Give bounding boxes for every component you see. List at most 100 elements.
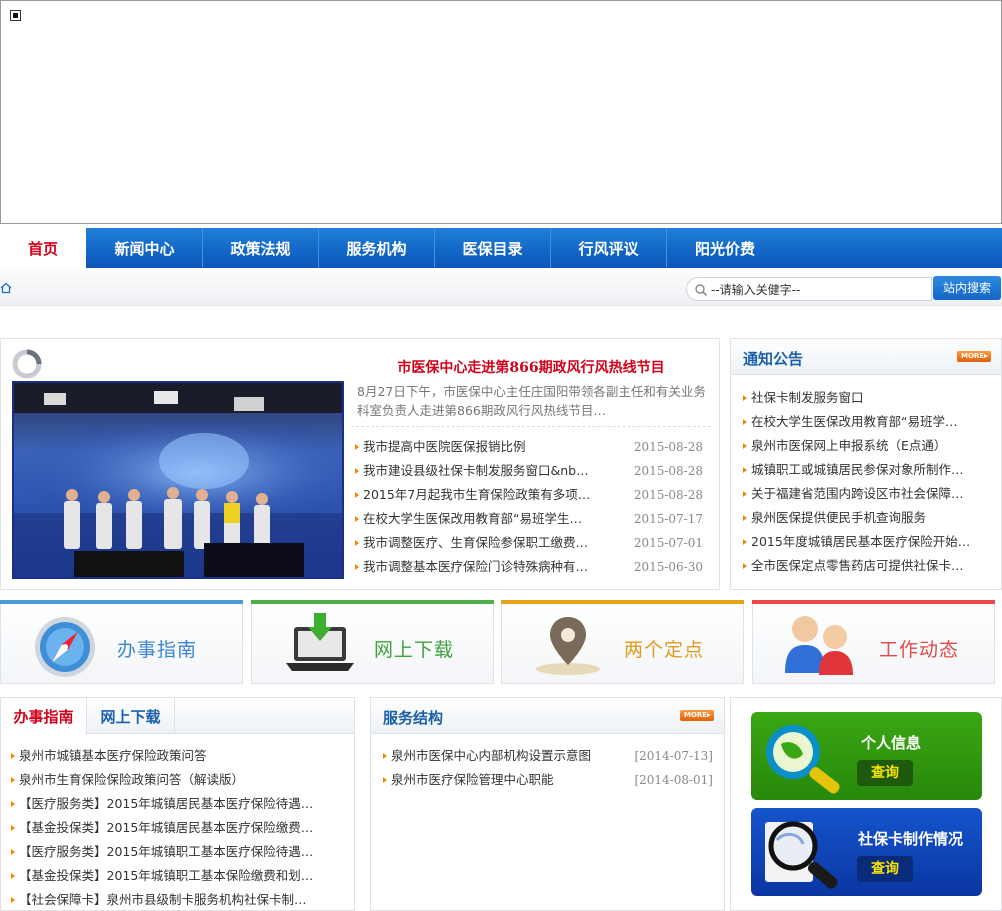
notice-title: 通知公告: [743, 350, 804, 368]
search-input[interactable]: [711, 280, 926, 298]
search-bar: 站内搜索: [0, 268, 1002, 306]
tab-guide[interactable]: 办事指南: [1, 698, 87, 735]
nav-item-catalog[interactable]: 医保目录: [435, 228, 551, 268]
list-item[interactable]: 泉州市医保网上申报系统（E点通）: [741, 434, 996, 458]
search-field: [686, 277, 932, 301]
news-item-title[interactable]: 我市建设县级社保卡制发服务窗口&nbs…: [363, 459, 593, 483]
notice-list: 社保卡制发服务窗口 在校大学生医保改用教育部“易班学… 泉州市医保网上申报系统（…: [741, 386, 996, 578]
list-item[interactable]: 我市调整医疗、生育保险参保职工缴费… 2015-07-01: [353, 531, 703, 555]
list-item[interactable]: 【社会保障卡】泉州市县级制卡服务机构社保卡制…: [9, 888, 349, 911]
service-item-title[interactable]: 泉州市医保中心内部机构设置示意图: [391, 744, 591, 768]
list-item[interactable]: 泉州市城镇基本医疗保险政策问答: [9, 744, 349, 768]
banner-plugin-area: [0, 0, 1002, 224]
tile-accent-bar: [501, 600, 744, 604]
news-item-date: 2015-08-28: [633, 464, 703, 478]
list-item[interactable]: 全市医保定点零售药店可提供社保卡…: [741, 554, 996, 578]
query-title: 社保卡制作情况: [858, 830, 964, 848]
list-item[interactable]: 泉州市生育保险保险政策问答（解读版）: [9, 768, 349, 792]
news-headline[interactable]: 市医保中心走进第866期政风行风热线节目: [356, 357, 706, 377]
tile-download[interactable]: 网上下载: [251, 600, 494, 684]
nav-item-home[interactable]: 首页: [0, 228, 86, 268]
service-item-date: [2014-07-13]: [634, 749, 713, 763]
list-item[interactable]: 【基金投保类】2015年城镇居民基本医疗保险缴费…: [9, 816, 349, 840]
home-icon[interactable]: [0, 282, 12, 294]
tile-accent-bar: [251, 600, 494, 604]
list-item[interactable]: 城镇职工或城镇居民参保对象所制作…: [741, 458, 996, 482]
news-item-date: 2015-08-28: [633, 488, 703, 502]
service-title: 服务结构: [383, 709, 444, 727]
tab-bar: 办事指南 网上下载: [1, 698, 354, 735]
compass-icon: [35, 617, 95, 677]
news-panel: 市医保中心走进第866期政风行风热线节目 8月27日下午，市医保中心主任庄国阳带…: [0, 338, 720, 590]
list-item[interactable]: 在校大学生医保改用教育部“易班学生… 2015-07-17: [353, 507, 703, 531]
notice-more-button[interactable]: MORE: [957, 351, 991, 362]
list-item[interactable]: 我市提高中医院医保报销比例 2015-08-28: [353, 435, 703, 459]
map-pin-icon: [536, 617, 600, 675]
news-item-title[interactable]: 2015年7月起我市生育保险政策有多项…: [363, 483, 590, 507]
notice-panel: 通知公告 MORE 社保卡制发服务窗口 在校大学生医保改用教育部“易班学… 泉州…: [730, 338, 1002, 590]
studio-photo-image: [14, 383, 342, 577]
news-item-date: 2015-08-28: [633, 440, 703, 454]
news-item-title[interactable]: 在校大学生医保改用教育部“易班学生…: [363, 507, 582, 531]
loading-spinner-icon: [12, 349, 42, 379]
service-header: 服务结构 MORE: [371, 698, 724, 734]
list-item[interactable]: 我市建设县级社保卡制发服务窗口&nbs… 2015-08-28: [353, 459, 703, 483]
query-panel: 个人信息 查询 社保卡制作情况 查询: [730, 697, 1002, 911]
nav-item-news[interactable]: 新闻中心: [87, 228, 203, 268]
magnifier-icon: [766, 725, 840, 794]
list-item[interactable]: 社保卡制发服务窗口: [741, 386, 996, 410]
query-button[interactable]: 查询: [857, 856, 913, 882]
query-button[interactable]: 查询: [857, 760, 913, 786]
card-status-box[interactable]: 社保卡制作情况 查询: [751, 808, 982, 896]
magnifier-card-icon: [765, 821, 838, 889]
site-search-button[interactable]: 站内搜索: [933, 276, 1001, 300]
news-item-date: 2015-07-01: [633, 536, 703, 550]
service-item-title[interactable]: 泉州市医疗保险管理中心职能: [391, 768, 554, 792]
tab-download[interactable]: 网上下载: [87, 698, 175, 734]
list-item[interactable]: 泉州市医疗保险管理中心职能 [2014-08-01]: [381, 768, 713, 792]
tile-work-news[interactable]: 工作动态: [752, 600, 995, 684]
nav-item-service-org[interactable]: 服务机构: [319, 228, 435, 268]
personal-info-box[interactable]: 个人信息 查询: [751, 712, 982, 800]
list-item[interactable]: 2015年7月起我市生育保险政策有多项… 2015-08-28: [353, 483, 703, 507]
list-item[interactable]: 泉州市医保中心内部机构设置示意图 [2014-07-13]: [381, 744, 713, 768]
tile-label: 网上下载: [374, 639, 455, 661]
list-item[interactable]: 泉州医保提供便民手机查询服务: [741, 506, 996, 530]
nav-item-policy[interactable]: 政策法规: [203, 228, 319, 268]
news-item-title[interactable]: 我市调整医疗、生育保险参保职工缴费…: [363, 531, 588, 555]
list-item[interactable]: 【基金投保类】2015年城镇职工基本保险缴费和划…: [9, 864, 349, 888]
search-icon: [695, 284, 708, 297]
nav-item-pricing[interactable]: 阳光价费: [667, 228, 783, 268]
list-item[interactable]: 在校大学生医保改用教育部“易班学…: [741, 410, 996, 434]
service-list: 泉州市医保中心内部机构设置示意图 [2014-07-13] 泉州市医疗保险管理中心…: [381, 744, 713, 792]
list-item[interactable]: 【医疗服务类】2015年城镇居民基本医疗保险待遇…: [9, 792, 349, 816]
service-panel: 服务结构 MORE 泉州市医保中心内部机构设置示意图 [2014-07-13] 泉…: [370, 697, 725, 911]
laptop-download-icon: [286, 613, 354, 671]
list-item[interactable]: 【医疗服务类】2015年城镇职工基本医疗保险待遇…: [9, 840, 349, 864]
query-title: 个人信息: [861, 734, 922, 752]
news-list: 我市提高中医院医保报销比例 2015-08-28 我市建设县级社保卡制发服务窗口&…: [353, 435, 703, 579]
tile-label: 两个定点: [624, 639, 705, 661]
divider: [351, 426, 711, 427]
people-icon: [785, 616, 853, 675]
news-item-title[interactable]: 我市调整基本医疗保险门诊特殊病种有…: [363, 555, 588, 579]
tile-label: 办事指南: [117, 639, 198, 661]
main-nav: 首页 新闻中心 政策法规 服务机构 医保目录 行风评议 阳光价费: [0, 228, 1002, 268]
news-item-date: 2015-07-17: [633, 512, 703, 526]
tile-accent-bar: [752, 600, 995, 604]
list-item[interactable]: 关于福建省范围内跨设区市社会保障…: [741, 482, 996, 506]
nav-item-review[interactable]: 行风评议: [551, 228, 667, 268]
list-item[interactable]: 我市调整基本医疗保险门诊特殊病种有… 2015-06-30: [353, 555, 703, 579]
service-item-date: [2014-08-01]: [634, 773, 713, 787]
guide-tabs-panel: 办事指南 网上下载 泉州市城镇基本医疗保险政策问答 泉州市生育保险保险政策问答（…: [0, 697, 355, 911]
list-item[interactable]: 2015年度城镇居民基本医疗保险开始…: [741, 530, 996, 554]
tile-label: 工作动态: [879, 639, 960, 661]
tile-guide[interactable]: 办事指南: [0, 600, 243, 684]
news-summary: 8月27日下午，市医保中心主任庄国阳带领各副主任和有关业务科室负责人走进第866…: [357, 384, 706, 418]
tile-designated-points[interactable]: 两个定点: [501, 600, 744, 684]
news-photo[interactable]: [12, 381, 344, 579]
news-item-date: 2015-06-30: [633, 560, 703, 574]
plugin-placeholder-icon: [10, 10, 21, 21]
news-item-title[interactable]: 我市提高中医院医保报销比例: [363, 435, 526, 459]
service-more-button[interactable]: MORE: [680, 710, 714, 721]
